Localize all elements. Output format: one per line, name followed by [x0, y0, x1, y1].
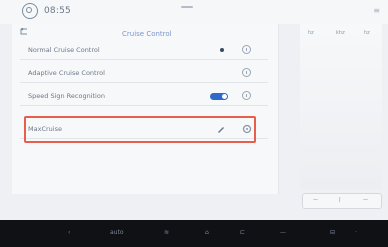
- column-header: khz: [336, 30, 345, 36]
- row-normal-cruise-control[interactable]: Normal Cruise Control: [20, 41, 268, 60]
- column-header: hz: [364, 30, 370, 36]
- taskbar-back[interactable]: ‹: [68, 229, 70, 236]
- right-panel: hz khz hz: [300, 24, 382, 189]
- cruise-control-panel: Cruise Control Normal Cruise Control Ada…: [12, 24, 279, 194]
- profile-icon[interactable]: [22, 3, 38, 19]
- taskbar-home[interactable]: ⌂: [205, 229, 209, 236]
- right-controls[interactable]: — | —: [302, 193, 382, 209]
- panel-title: Cruise Control: [122, 30, 172, 38]
- taskbar-climate[interactable]: ≋: [164, 229, 169, 236]
- control-right[interactable]: —: [363, 197, 368, 203]
- row-adaptive-cruise-control[interactable]: Adaptive Cruise Control: [20, 64, 268, 83]
- row-label: Speed Sign Recognition: [28, 92, 105, 100]
- info-icon[interactable]: [242, 45, 251, 54]
- selected-indicator: [220, 48, 224, 52]
- edge-icon: ≡: [373, 6, 380, 15]
- taskbar-seat[interactable]: ⊏: [240, 229, 245, 236]
- info-icon[interactable]: [242, 91, 251, 100]
- taskbar-divider: —: [280, 229, 286, 236]
- row-label: Normal Cruise Control: [28, 46, 100, 54]
- column-header: hz: [308, 30, 314, 36]
- status-bar: 08:55 ≡: [0, 0, 388, 24]
- screen: 08:55 ≡ Cruise Control Normal Cruise Con…: [0, 0, 388, 220]
- taskbar-dot: ·: [355, 229, 357, 236]
- control-mid[interactable]: |: [339, 197, 341, 203]
- back-icon[interactable]: [18, 28, 28, 36]
- toggle-switch[interactable]: [210, 93, 228, 100]
- taskbar-apps[interactable]: ⊟: [330, 229, 335, 236]
- highlight-frame: [24, 116, 256, 143]
- control-left[interactable]: —: [313, 197, 318, 203]
- row-speed-sign-recognition[interactable]: Speed Sign Recognition: [20, 87, 268, 106]
- taskbar-auto[interactable]: auto: [110, 229, 124, 236]
- drag-handle[interactable]: [181, 6, 193, 8]
- info-icon[interactable]: [242, 68, 251, 77]
- row-label: Adaptive Cruise Control: [28, 69, 105, 77]
- clock-time: 08:55: [44, 6, 71, 16]
- taskbar: ‹ auto ≋ ⌂ ⊏ — ⊟ ·: [0, 220, 388, 247]
